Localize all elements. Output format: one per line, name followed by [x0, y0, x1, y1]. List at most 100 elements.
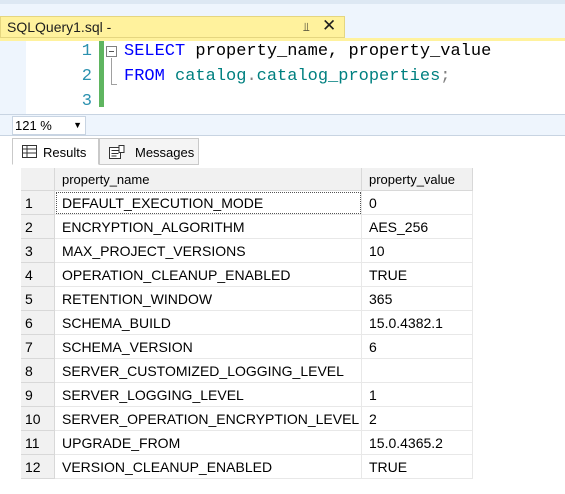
row-number-cell[interactable]: 5 [21, 287, 55, 311]
cell-text: UPGRADE_FROM [62, 435, 181, 451]
cell-text: 15.0.4365.2 [369, 435, 443, 451]
property-value-cell[interactable]: 0 [362, 191, 473, 215]
cell-text: 12 [25, 459, 41, 475]
table-row[interactable]: 4 OPERATION_CLEANUP_ENABLED TRUE [21, 263, 473, 287]
cell-text: ENCRYPTION_ALGORITHM [62, 219, 245, 235]
property-name-cell[interactable]: SERVER_LOGGING_LEVEL [55, 383, 362, 407]
zoom-dropdown[interactable]: 121 % ▼ [12, 116, 86, 135]
cell-text: SERVER_OPERATION_ENCRYPTION_LEVEL [62, 411, 360, 427]
row-number-cell[interactable]: 9 [21, 383, 55, 407]
table-row[interactable]: 5 RETENTION_WINDOW 365 [21, 287, 473, 311]
cell-text: 8 [25, 363, 33, 379]
row-number-header[interactable] [21, 168, 55, 191]
property-value-cell[interactable]: 15.0.4382.1 [362, 311, 473, 335]
property-name-cell[interactable]: SCHEMA_VERSION [55, 335, 362, 359]
zoom-value: 121 % [15, 118, 52, 133]
row-number-cell[interactable]: 7 [21, 335, 55, 359]
cell-text: 5 [25, 291, 33, 307]
messages-icon [109, 145, 125, 162]
horizontal-scrollbar[interactable] [90, 117, 560, 133]
property-value-cell[interactable]: 365 [362, 287, 473, 311]
column-header-property-name[interactable]: property_name [55, 168, 362, 191]
cell-text: 2 [369, 411, 377, 427]
row-number-cell[interactable]: 4 [21, 263, 55, 287]
property-value-cell[interactable]: 1 [362, 383, 473, 407]
property-name-cell[interactable]: UPGRADE_FROM [55, 431, 362, 455]
property-name-cell[interactable]: VERSION_CLEANUP_ENABLED [55, 455, 362, 479]
table-row[interactable]: 12 VERSION_CLEANUP_ENABLED TRUE [21, 455, 473, 479]
column-header-label: property_value [369, 172, 455, 187]
property-name-cell[interactable]: SCHEMA_BUILD [55, 311, 362, 335]
cell-text: 0 [369, 195, 377, 211]
table-row[interactable]: 6 SCHEMA_BUILD 15.0.4382.1 [21, 311, 473, 335]
line-number: 2 [81, 67, 92, 86]
cell-text: 6 [369, 339, 377, 355]
tab-title: SQLQuery1.sql - [7, 19, 112, 35]
cell-text: AES_256 [369, 219, 429, 235]
pin-icon[interactable]: ⫫ [303, 20, 310, 35]
cell-text: 4 [25, 267, 33, 283]
property-value-cell[interactable] [362, 359, 473, 383]
cell-text: SCHEMA_BUILD [62, 315, 171, 331]
row-number-cell[interactable]: 6 [21, 311, 55, 335]
collapse-icon[interactable] [106, 46, 117, 57]
tab-results[interactable]: Results [12, 138, 99, 165]
property-name-cell[interactable]: DEFAULT_EXECUTION_MODE [55, 191, 362, 215]
change-tracking-bar [99, 41, 104, 107]
property-name-cell[interactable]: SERVER_OPERATION_ENCRYPTION_LEVEL [55, 407, 362, 431]
editor-left-margin [0, 41, 26, 114]
column-header-property-value[interactable]: property_value [362, 168, 473, 191]
property-value-cell[interactable]: 2 [362, 407, 473, 431]
cell-text: 15.0.4382.1 [369, 315, 443, 331]
row-number-cell[interactable]: 10 [21, 407, 55, 431]
cell-text: 365 [369, 291, 393, 307]
tab-messages-label: Messages [135, 145, 195, 160]
table-row[interactable]: 2 ENCRYPTION_ALGORITHM AES_256 [21, 215, 473, 239]
property-value-cell[interactable]: 15.0.4365.2 [362, 431, 473, 455]
property-value-cell[interactable]: 10 [362, 239, 473, 263]
code-token: FROM [124, 67, 165, 86]
property-name-cell[interactable]: MAX_PROJECT_VERSIONS [55, 239, 362, 263]
table-row[interactable]: 7 SCHEMA_VERSION 6 [21, 335, 473, 359]
grid-header: property_name property_value [21, 168, 473, 191]
table-row[interactable]: 10 SERVER_OPERATION_ENCRYPTION_LEVEL 2 [21, 407, 473, 431]
property-name-cell[interactable]: RETENTION_WINDOW [55, 287, 362, 311]
property-name-cell[interactable]: ENCRYPTION_ALGORITHM [55, 215, 362, 239]
query-editor[interactable]: 1 2 3 SELECT property_name, property_val… [0, 41, 565, 114]
cell-text: MAX_PROJECT_VERSIONS [62, 243, 246, 259]
property-name-cell[interactable]: OPERATION_CLEANUP_ENABLED [55, 263, 362, 287]
table-row[interactable]: 1 DEFAULT_EXECUTION_MODE 0 [21, 191, 473, 215]
tab-sqlquery1[interactable]: SQLQuery1.sql - ⫫ ✕ [0, 16, 345, 38]
code-token: property_name, property_value [185, 42, 492, 61]
property-value-cell[interactable]: TRUE [362, 263, 473, 287]
close-icon[interactable]: ✕ [322, 16, 336, 36]
code-line[interactable]: SELECT property_name, property_value [124, 42, 491, 61]
row-number-cell[interactable]: 1 [21, 191, 55, 215]
table-row[interactable]: 9 SERVER_LOGGING_LEVEL 1 [21, 383, 473, 407]
cell-text: SERVER_LOGGING_LEVEL [62, 387, 244, 403]
table-row[interactable]: 11 UPGRADE_FROM 15.0.4365.2 [21, 431, 473, 455]
cell-text: 1 [369, 387, 377, 403]
row-number-cell[interactable]: 12 [21, 455, 55, 479]
cell-text: RETENTION_WINDOW [62, 291, 213, 307]
tab-results-label: Results [43, 145, 87, 160]
code-line[interactable]: FROM catalog.catalog_properties; [124, 67, 450, 86]
row-number-cell[interactable]: 11 [21, 431, 55, 455]
cell-text: TRUE [369, 459, 408, 475]
cell-text: OPERATION_CLEANUP_ENABLED [62, 267, 291, 283]
document-tab-bar: SQLQuery1.sql - ⫫ ✕ [0, 0, 565, 38]
property-name-cell[interactable]: SERVER_CUSTOMIZED_LOGGING_LEVEL [55, 359, 362, 383]
property-value-cell[interactable]: TRUE [362, 455, 473, 479]
cell-text: 6 [25, 315, 33, 331]
column-header-label: property_name [62, 172, 150, 187]
property-value-cell[interactable]: AES_256 [362, 215, 473, 239]
cell-text: SERVER_CUSTOMIZED_LOGGING_LEVEL [62, 363, 344, 379]
row-number-cell[interactable]: 2 [21, 215, 55, 239]
table-row[interactable]: 8 SERVER_CUSTOMIZED_LOGGING_LEVEL [21, 359, 473, 383]
cell-text: DEFAULT_EXECUTION_MODE [62, 195, 264, 211]
property-value-cell[interactable]: 6 [362, 335, 473, 359]
table-row[interactable]: 3 MAX_PROJECT_VERSIONS 10 [21, 239, 473, 263]
row-number-cell[interactable]: 8 [21, 359, 55, 383]
tab-messages[interactable]: Messages [99, 138, 199, 165]
row-number-cell[interactable]: 3 [21, 239, 55, 263]
